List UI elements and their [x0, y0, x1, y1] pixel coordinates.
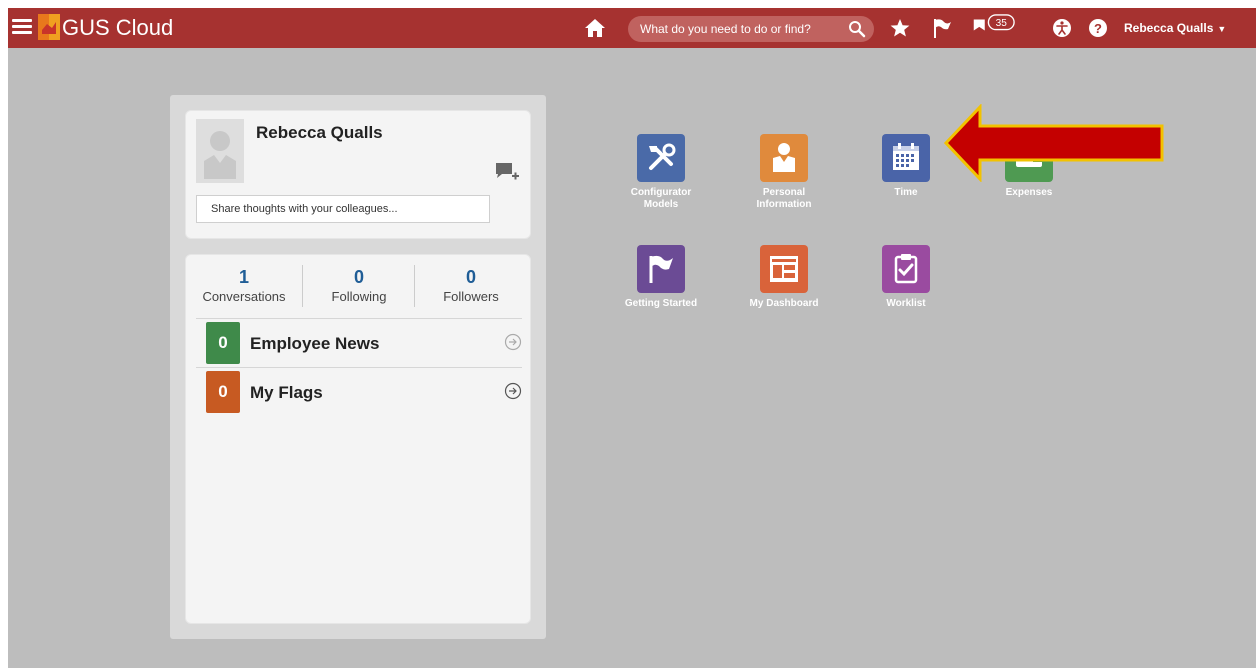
- favorites-star-icon[interactable]: [889, 17, 911, 39]
- feed-row-my-flags[interactable]: 0 My Flags: [206, 371, 522, 413]
- top-navigation-bar: GUS Cloud 35: [8, 8, 1256, 48]
- app-title[interactable]: GUS Cloud: [62, 15, 173, 41]
- notification-count: 35: [996, 18, 1008, 29]
- hamburger-menu-icon[interactable]: [12, 17, 32, 37]
- dashboard-icon: [760, 245, 808, 293]
- divider: [196, 367, 522, 368]
- add-comment-icon[interactable]: [494, 161, 520, 183]
- tile-label: Expenses: [1005, 187, 1053, 198]
- tile-label: Getting Started: [624, 298, 698, 309]
- user-menu[interactable]: Rebecca Qualls ▼: [1124, 21, 1226, 35]
- divider: [196, 318, 522, 319]
- person-badge-icon: [760, 134, 808, 182]
- circle-arrow-right-icon[interactable]: [504, 333, 522, 351]
- notifications-icon[interactable]: 35: [968, 14, 1018, 36]
- feed-label: Employee News: [250, 334, 380, 353]
- profile-name[interactable]: Rebecca Qualls: [256, 123, 383, 143]
- accessibility-icon[interactable]: [1052, 17, 1072, 39]
- red-arrow-pointing-left: [944, 104, 1164, 182]
- tools-icon: [637, 134, 685, 182]
- clipboard-check-icon: [882, 245, 930, 293]
- tile-getting-started[interactable]: Getting Started: [606, 245, 716, 310]
- profile-card: Rebecca Qualls: [185, 110, 531, 239]
- stat-value: 0: [465, 267, 476, 287]
- search-input[interactable]: [640, 16, 840, 42]
- app-logo: [38, 14, 60, 40]
- search-icon[interactable]: [848, 20, 866, 38]
- tile-label: Models: [643, 199, 679, 210]
- share-thoughts-input[interactable]: [196, 195, 490, 223]
- tile-worklist[interactable]: Worklist: [851, 245, 961, 310]
- circle-arrow-right-icon[interactable]: [504, 382, 522, 400]
- tile-label: Configurator: [630, 187, 692, 198]
- count-badge: 0: [206, 371, 240, 413]
- feed-row-employee-news[interactable]: 0 Employee News: [206, 322, 522, 364]
- stat-label: Conversations: [202, 289, 286, 304]
- home-icon[interactable]: [584, 18, 606, 38]
- tile-label: Information: [756, 199, 812, 210]
- stat-value: 1: [238, 267, 249, 287]
- chevron-down-icon: ▼: [1217, 24, 1227, 34]
- svg-text:?: ?: [1094, 21, 1102, 36]
- tile-label: My Dashboard: [749, 298, 819, 309]
- global-search: [628, 16, 874, 42]
- tile-label: Time: [894, 187, 918, 198]
- stat-conversations[interactable]: 1 Conversations: [188, 267, 300, 304]
- social-panel: Rebecca Qualls 1 Conversations 0 Followi…: [170, 95, 546, 639]
- app-frame: GUS Cloud 35: [8, 8, 1256, 668]
- stat-label: Followers: [443, 289, 499, 304]
- help-icon[interactable]: ?: [1088, 17, 1108, 39]
- tile-label: Personal: [762, 187, 806, 198]
- user-name: Rebecca Qualls: [1124, 21, 1214, 35]
- count-badge: 0: [206, 322, 240, 364]
- stat-followers[interactable]: 0 Followers: [415, 267, 527, 304]
- feed-label: My Flags: [250, 383, 323, 402]
- flag-icon[interactable]: [932, 17, 952, 39]
- flag-icon: [637, 245, 685, 293]
- avatar[interactable]: [196, 119, 244, 183]
- tile-personal-information[interactable]: Personal Information: [729, 134, 839, 211]
- tile-label: Worklist: [886, 298, 926, 309]
- stat-label: Following: [331, 289, 387, 304]
- stats-card: 1 Conversations 0 Following 0 Followers …: [185, 254, 531, 624]
- stat-value: 0: [353, 267, 364, 287]
- stat-following[interactable]: 0 Following: [303, 267, 415, 304]
- calendar-icon: [882, 134, 930, 182]
- tile-configurator-models[interactable]: Configurator Models: [606, 134, 716, 211]
- tile-my-dashboard[interactable]: My Dashboard: [729, 245, 839, 310]
